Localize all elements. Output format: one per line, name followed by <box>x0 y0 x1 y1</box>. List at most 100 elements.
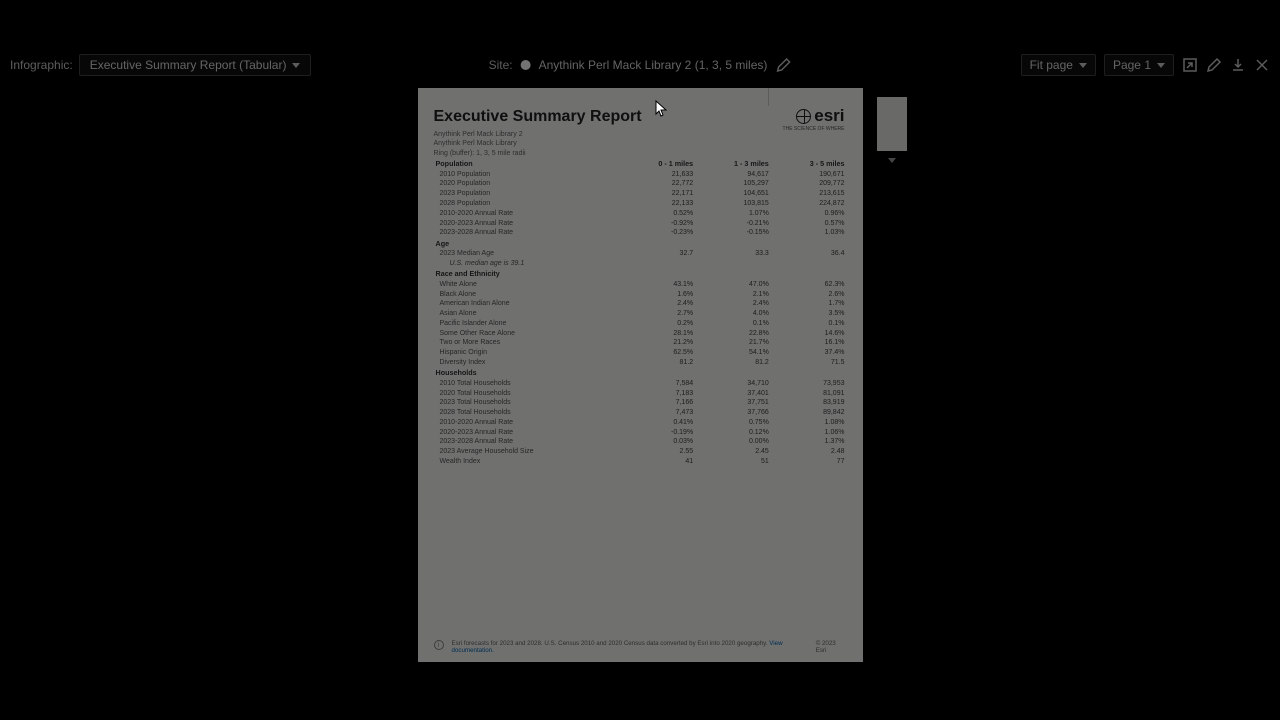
row-label: 2020-2023 Annual Rate <box>434 427 620 437</box>
table-row: 2010 Total Households7,58434,71073,953 <box>434 378 847 388</box>
row-value: 2.6% <box>771 289 847 299</box>
download-button[interactable] <box>1230 57 1246 73</box>
close-icon <box>1254 57 1270 73</box>
row-value: 0.57% <box>771 218 847 228</box>
table-row: 2023-2028 Annual Rate-0.23%-0.15%1.03% <box>434 228 847 238</box>
row-label: 2023-2028 Annual Rate <box>434 228 620 238</box>
report-page: Executive Summary Report Anythink Perl M… <box>418 88 863 662</box>
esri-tagline: THE SCIENCE OF WHERE <box>783 126 845 132</box>
export-button[interactable] <box>1182 57 1198 73</box>
row-label: Some Other Race Alone <box>434 328 620 338</box>
row-value: 2.55 <box>620 447 696 457</box>
chevron-down-icon <box>1157 63 1165 68</box>
row-value: 22,133 <box>620 199 696 209</box>
column-header: 3 - 5 miles <box>771 158 847 169</box>
section-head-cell: Population <box>434 158 620 169</box>
row-label: Wealth Index <box>434 457 620 467</box>
site-marker-icon <box>521 60 531 70</box>
table-row: Some Other Race Alone28.1%22.8%14.6% <box>434 328 847 338</box>
table-row: Hispanic Origin62.5%54.1%37.4% <box>434 348 847 358</box>
chevron-down-icon <box>1079 63 1087 68</box>
row-value: 2.48 <box>771 447 847 457</box>
row-value: 104,651 <box>695 189 771 199</box>
table-row: 2023 Median Age32.733.336.4 <box>434 249 847 259</box>
row-label: 2028 Total Households <box>434 408 620 418</box>
row-label: Hispanic Origin <box>434 348 620 358</box>
row-label: Pacific Islander Alone <box>434 318 620 328</box>
table-row: 2023 Population22,171104,651213,615 <box>434 189 847 199</box>
pencil-icon <box>1206 57 1222 73</box>
row-value: 0.03% <box>620 437 696 447</box>
viewer-toolbar: Infographic: Executive Summary Report (T… <box>0 52 1280 78</box>
row-value: 2.4% <box>695 299 771 309</box>
table-row: 2028 Total Households7,47337,76689,842 <box>434 408 847 418</box>
site-label: Site: <box>489 58 513 72</box>
row-value: 71.5 <box>771 358 847 368</box>
mouse-cursor-icon <box>655 100 667 118</box>
row-value: 81.2 <box>695 358 771 368</box>
esri-logo: esri <box>796 106 844 126</box>
table-row: 2023 Average Household Size2.552.452.48 <box>434 447 847 457</box>
table-row: 2020-2023 Annual Rate-0.19%0.12%1.06% <box>434 427 847 437</box>
row-value: 37,751 <box>695 398 771 408</box>
row-value: 2.7% <box>620 309 696 319</box>
row-value: 1.08% <box>771 418 847 428</box>
row-label: 2020 Population <box>434 179 620 189</box>
row-value: 22,171 <box>620 189 696 199</box>
row-value <box>620 259 696 269</box>
row-value: 22,772 <box>620 179 696 189</box>
chevron-down-icon <box>888 158 896 163</box>
table-row: 2010-2020 Annual Rate0.52%1.07%0.96% <box>434 208 847 218</box>
row-label: 2023 Population <box>434 189 620 199</box>
report-title: Executive Summary Report <box>434 108 847 126</box>
row-value: 22.8% <box>695 328 771 338</box>
row-value: 94,617 <box>695 169 771 179</box>
row-value: 0.1% <box>771 318 847 328</box>
row-value: 0.12% <box>695 427 771 437</box>
row-value: 37,401 <box>695 388 771 398</box>
row-value: 2.1% <box>695 289 771 299</box>
row-value: 190,671 <box>771 169 847 179</box>
row-value: 0.52% <box>620 208 696 218</box>
row-label: 2010 Population <box>434 169 620 179</box>
zoom-select[interactable]: Fit page <box>1021 54 1096 76</box>
row-value: 36.4 <box>771 249 847 259</box>
row-value: 32.7 <box>620 249 696 259</box>
column-header: 1 - 3 miles <box>695 158 771 169</box>
data-table: Households2010 Total Households7,58434,7… <box>434 367 847 466</box>
close-button[interactable] <box>1254 57 1270 73</box>
row-value: 2.45 <box>695 447 771 457</box>
row-label: White Alone <box>434 279 620 289</box>
row-value: 4.0% <box>695 309 771 319</box>
row-value: 14.6% <box>771 328 847 338</box>
row-value: 51 <box>695 457 771 467</box>
table-row: 2020-2023 Annual Rate-0.92%-0.21%0.57% <box>434 218 847 228</box>
page-thumbnail[interactable] <box>877 97 907 151</box>
info-icon: i <box>434 640 444 650</box>
row-value: 33.3 <box>695 249 771 259</box>
table-row: American Indian Alone2.4%2.4%1.7% <box>434 299 847 309</box>
row-value: 37.4% <box>771 348 847 358</box>
row-value: -0.92% <box>620 218 696 228</box>
footer-copyright: © 2023 Esri <box>816 640 847 654</box>
row-value: 1.06% <box>771 427 847 437</box>
edit-button[interactable] <box>1206 57 1222 73</box>
row-value: 7,166 <box>620 398 696 408</box>
table-row: 2010-2020 Annual Rate0.41%0.75%1.08% <box>434 418 847 428</box>
row-value <box>695 259 771 269</box>
table-row: Wealth Index415177 <box>434 457 847 467</box>
row-value: 28.1% <box>620 328 696 338</box>
edit-site-button[interactable] <box>775 57 791 73</box>
row-value: -0.15% <box>695 228 771 238</box>
data-table: Population0 - 1 miles1 - 3 miles3 - 5 mi… <box>434 158 847 237</box>
row-value: 224,872 <box>771 199 847 209</box>
row-value: 77 <box>771 457 847 467</box>
table-row: 2020 Population22,772105,297209,772 <box>434 179 847 189</box>
row-value: 3.5% <box>771 309 847 319</box>
table-row: Pacific Islander Alone0.2%0.1%0.1% <box>434 318 847 328</box>
infographic-select[interactable]: Executive Summary Report (Tabular) <box>79 54 312 76</box>
row-value: 1.6% <box>620 289 696 299</box>
page-select[interactable]: Page 1 <box>1104 54 1174 76</box>
table-row: Diversity Index81.281.271.5 <box>434 358 847 368</box>
row-value: 16.1% <box>771 338 847 348</box>
